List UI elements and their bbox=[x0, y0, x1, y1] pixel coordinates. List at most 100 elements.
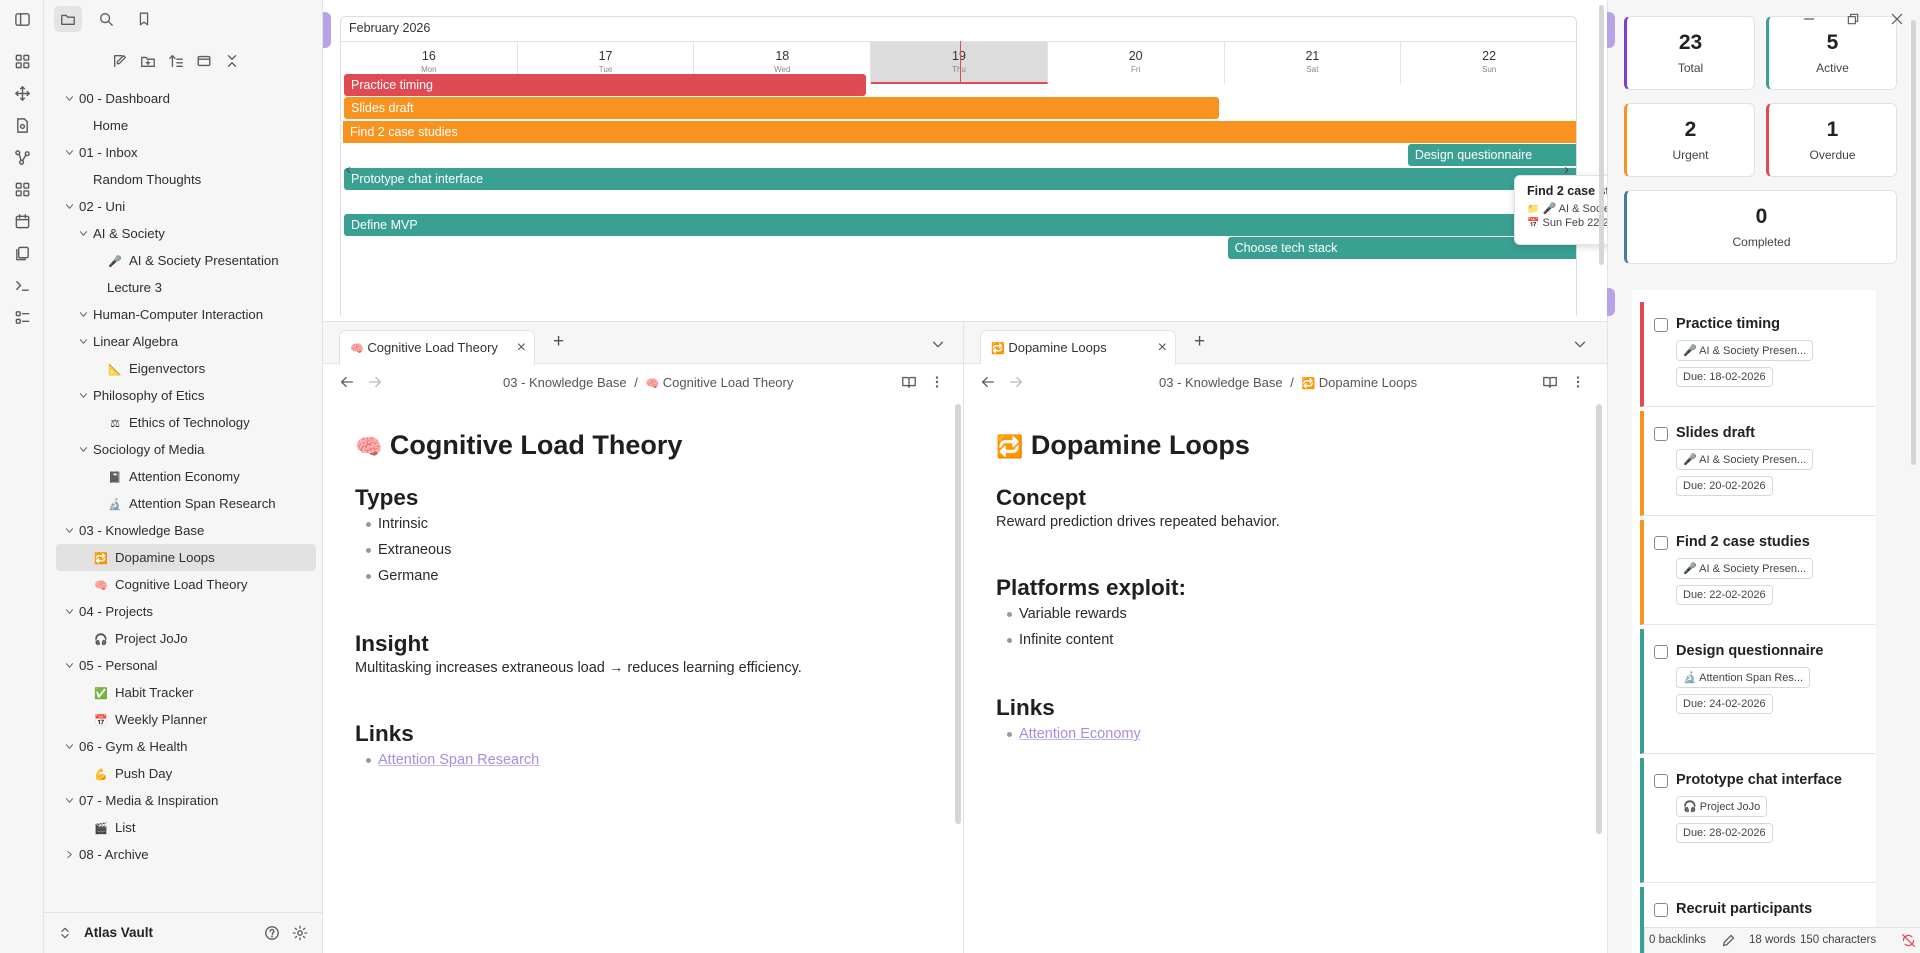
new-tab-icon[interactable]: + bbox=[1194, 331, 1205, 353]
daily-note-icon[interactable] bbox=[11, 114, 33, 136]
stat-card[interactable]: 2 Urgent bbox=[1624, 103, 1755, 177]
task-card[interactable]: Slides draft 🎤 AI & Society Presen... Due:… bbox=[1640, 411, 1876, 516]
tree-item[interactable]: 01 - Inbox bbox=[56, 139, 316, 166]
tree-item[interactable]: 📅 Weekly Planner bbox=[56, 706, 316, 733]
calendar-icon[interactable] bbox=[11, 210, 33, 232]
dashboard-icon[interactable] bbox=[11, 50, 33, 72]
edit-mode-icon[interactable] bbox=[1721, 933, 1736, 948]
task-checkbox[interactable] bbox=[1654, 645, 1668, 659]
terminal-icon[interactable] bbox=[11, 274, 33, 296]
task-project-chip[interactable]: 🎤 AI & Society Presen... bbox=[1676, 558, 1814, 579]
search-tab-icon[interactable] bbox=[92, 6, 120, 32]
tree-item[interactable]: 🎤 AI & Society Presentation bbox=[56, 247, 316, 274]
bookmarks-tab-icon[interactable] bbox=[130, 6, 158, 32]
files-tab-icon[interactable] bbox=[54, 6, 82, 32]
forward-arrow-icon[interactable] bbox=[367, 374, 383, 390]
tree-item[interactable]: 08 - Archive bbox=[56, 841, 316, 868]
vault-switcher[interactable]: Atlas Vault bbox=[44, 912, 323, 953]
chevron-right-icon[interactable] bbox=[64, 849, 75, 860]
canvas-icon[interactable] bbox=[11, 178, 33, 200]
tab-list-chevron-icon[interactable] bbox=[1572, 336, 1588, 352]
rsb-scrollbar[interactable] bbox=[1911, 20, 1916, 465]
calendar-prev-icon[interactable]: ‹ bbox=[346, 161, 351, 178]
tree-item[interactable]: Human-Computer Interaction bbox=[56, 301, 316, 328]
tree-item[interactable]: Philosophy of Etics bbox=[56, 382, 316, 409]
close-window-icon[interactable] bbox=[1890, 12, 1904, 26]
chevron-down-icon[interactable] bbox=[64, 795, 75, 806]
day-column[interactable]: 20 Fri bbox=[1047, 41, 1225, 84]
task-project-chip[interactable]: 🎧 Project JoJo bbox=[1676, 796, 1768, 817]
tree-item[interactable]: 07 - Media & Inspiration bbox=[56, 787, 316, 814]
tree-item[interactable]: Lecture 3 bbox=[56, 274, 316, 301]
tree-item[interactable]: 🔁 Dopamine Loops bbox=[56, 544, 316, 571]
tab-cognitive-load-theory[interactable]: 🧠 Cognitive Load Theory × bbox=[339, 330, 535, 365]
scrollbar-right[interactable] bbox=[1596, 404, 1602, 834]
tree-item[interactable]: Random Thoughts bbox=[56, 166, 316, 193]
sort-icon[interactable] bbox=[162, 48, 190, 74]
tree-item[interactable]: 03 - Knowledge Base bbox=[56, 517, 316, 544]
internal-link[interactable]: Attention Span Research bbox=[366, 747, 935, 773]
auto-reveal-icon[interactable] bbox=[190, 48, 218, 74]
day-column[interactable]: 22 Sun bbox=[1401, 41, 1576, 84]
graph-view-icon[interactable] bbox=[11, 146, 33, 168]
stat-card[interactable]: 23 Total bbox=[1624, 16, 1755, 90]
tree-item[interactable]: Sociology of Media bbox=[56, 436, 316, 463]
tree-item[interactable]: 💪 Push Day bbox=[56, 760, 316, 787]
tree-item[interactable]: Linear Algebra bbox=[56, 328, 316, 355]
tree-item[interactable]: ✅ Habit Tracker bbox=[56, 679, 316, 706]
task-bar[interactable]: Define MVP bbox=[344, 214, 1576, 236]
tree-item[interactable]: 🎧 Project JoJo bbox=[56, 625, 316, 652]
move-icon[interactable] bbox=[11, 82, 33, 104]
chevron-down-icon[interactable] bbox=[64, 201, 75, 212]
back-arrow-icon[interactable] bbox=[339, 374, 355, 390]
help-icon[interactable] bbox=[258, 920, 286, 946]
breadcrumb-folder[interactable]: 03 - Knowledge Base bbox=[1159, 375, 1283, 390]
day-column[interactable]: 21 Sat bbox=[1224, 41, 1402, 84]
tree-item[interactable]: Home bbox=[56, 112, 316, 139]
new-tab-icon[interactable]: + bbox=[553, 331, 564, 353]
reading-view-icon[interactable] bbox=[901, 374, 917, 390]
close-tab-icon[interactable]: × bbox=[517, 331, 526, 364]
forward-arrow-icon[interactable] bbox=[1008, 374, 1024, 390]
scrollbar-left[interactable] bbox=[955, 404, 961, 824]
task-bar[interactable]: Prototype chat interface bbox=[344, 168, 1576, 190]
tree-item[interactable]: 06 - Gym & Health bbox=[56, 733, 316, 760]
tab-list-chevron-icon[interactable] bbox=[930, 336, 946, 352]
internal-link[interactable]: Attention Economy bbox=[1007, 721, 1576, 747]
tree-item[interactable]: 04 - Projects bbox=[56, 598, 316, 625]
chevron-down-icon[interactable] bbox=[64, 606, 75, 617]
tasks-icon[interactable] bbox=[11, 306, 33, 328]
tree-item[interactable]: 🎬 List bbox=[56, 814, 316, 841]
backlinks-count[interactable]: 0 backlinks bbox=[1649, 934, 1706, 946]
tree-item[interactable]: ⚖ Ethics of Technology bbox=[56, 409, 316, 436]
chevron-down-icon[interactable] bbox=[78, 444, 89, 455]
task-checkbox[interactable] bbox=[1654, 427, 1668, 441]
new-note-icon[interactable] bbox=[106, 48, 134, 74]
chevron-down-icon[interactable] bbox=[64, 525, 75, 536]
chevron-down-icon[interactable] bbox=[64, 93, 75, 104]
task-checkbox[interactable] bbox=[1654, 903, 1668, 917]
task-checkbox[interactable] bbox=[1654, 318, 1668, 332]
tree-item[interactable]: 📓 Attention Economy bbox=[56, 463, 316, 490]
tree-item[interactable]: AI & Society bbox=[56, 220, 316, 247]
task-checkbox[interactable] bbox=[1654, 774, 1668, 788]
chevron-down-icon[interactable] bbox=[78, 228, 89, 239]
task-bar[interactable]: Practice timing bbox=[344, 74, 866, 96]
chevron-down-icon[interactable] bbox=[64, 147, 75, 158]
minimize-icon[interactable] bbox=[1802, 12, 1816, 26]
calendar-scrollbar[interactable] bbox=[1599, 5, 1604, 265]
breadcrumb-folder[interactable]: 03 - Knowledge Base bbox=[503, 375, 627, 390]
toggle-sidebar-icon[interactable] bbox=[11, 8, 33, 30]
task-card[interactable]: Find 2 case studies 🎤 AI & Society Presen… bbox=[1640, 520, 1876, 625]
stat-card[interactable]: 1 Overdue bbox=[1766, 103, 1897, 177]
task-bar[interactable]: Design questionnaire bbox=[1407, 144, 1576, 166]
pane-resize-handle[interactable] bbox=[1607, 12, 1615, 48]
tree-item[interactable]: 02 - Uni bbox=[56, 193, 316, 220]
task-checkbox[interactable] bbox=[1654, 536, 1668, 550]
task-project-chip[interactable]: 🎤 AI & Society Presen... bbox=[1676, 340, 1814, 361]
tab-dopamine-loops[interactable]: 🔁 Dopamine Loops × bbox=[980, 330, 1176, 365]
reading-view-icon[interactable] bbox=[1542, 374, 1558, 390]
settings-gear-icon[interactable] bbox=[286, 920, 314, 946]
stat-card[interactable]: 0 Completed bbox=[1624, 190, 1897, 264]
restore-icon[interactable] bbox=[1846, 12, 1860, 26]
